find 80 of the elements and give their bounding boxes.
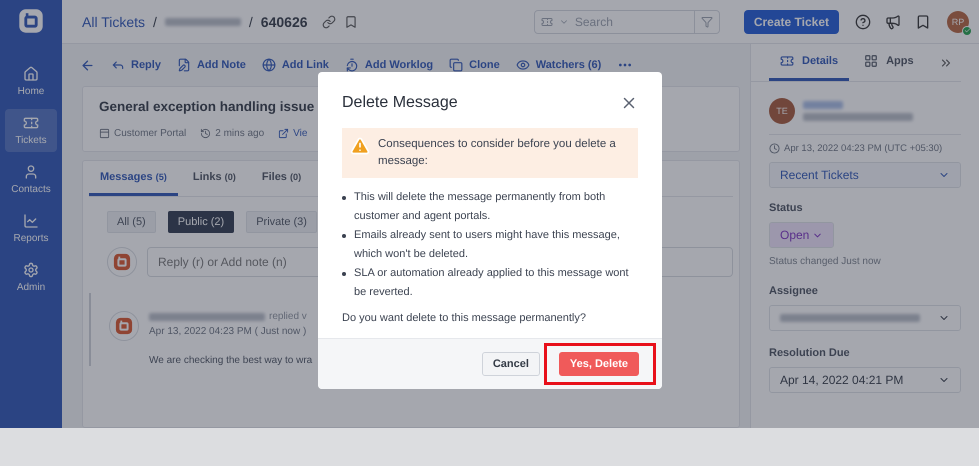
link-icon[interactable] (322, 14, 336, 28)
breadcrumb-link[interactable]: All Tickets (82, 14, 146, 30)
nav-item[interactable]: Home (5, 60, 57, 103)
nav-item[interactable]: Contacts (5, 158, 57, 201)
logo-icon (115, 317, 133, 335)
message-action: replied v (269, 311, 307, 322)
tab[interactable]: Links (0) (182, 161, 247, 196)
toolbar-action[interactable]: Clone (449, 58, 500, 72)
ticket-icon (540, 16, 553, 28)
recent-tickets-dropdown[interactable]: Recent Tickets (769, 162, 961, 188)
toolbar-action[interactable]: Watchers (6) (516, 58, 602, 72)
warning-icon (350, 136, 370, 156)
cancel-button[interactable]: Cancel (482, 352, 540, 376)
toolbar-action[interactable]: Add Note (176, 58, 246, 72)
breadcrumb-separator: / (248, 14, 253, 30)
confirm-question: Do you want delete to this message permanently? (342, 312, 587, 324)
ticket-meta: Vie (278, 128, 308, 139)
ticket-meta: Customer Portal (99, 128, 186, 139)
resolution-due-dropdown[interactable]: Apr 14, 2022 04:21 PM (769, 367, 961, 393)
panel-tab[interactable]: Details (769, 44, 850, 81)
breadcrumb-separator: / (153, 14, 157, 30)
clock-icon (769, 143, 780, 154)
dialog-title: Delete Message (342, 94, 458, 112)
toolbar-action[interactable]: Reply (111, 58, 161, 72)
bullet-dot (342, 196, 346, 200)
blurred-text (803, 101, 843, 109)
bullet-dot (342, 272, 346, 276)
user-avatar[interactable]: RP (947, 10, 969, 32)
field-label: Resolution Due (769, 347, 851, 359)
timer-icon (344, 58, 359, 72)
filter-chip[interactable]: Private (3) (246, 211, 317, 233)
window-icon (99, 128, 110, 139)
nav-item[interactable]: Admin (5, 256, 57, 299)
nav-item[interactable]: Reports (5, 207, 57, 250)
toolbar-action[interactable]: Add Worklog (344, 58, 434, 72)
ticket-title: General exception handling issue (99, 99, 314, 114)
chart-icon (23, 213, 39, 229)
field-label: Status (769, 202, 804, 214)
megaphone-icon[interactable] (885, 14, 901, 30)
status-note: Status changed Just now (769, 256, 882, 267)
filter-chip[interactable]: Public (2) (168, 211, 234, 233)
logo-icon (18, 8, 44, 34)
field-label: Assignee (769, 285, 819, 297)
help-icon[interactable] (855, 14, 871, 30)
warning-text: Consequences to consider before you delete a message: (378, 137, 617, 169)
logo-icon (113, 253, 131, 271)
external-link-icon (278, 128, 290, 139)
copy-icon (449, 58, 464, 72)
gear-icon (23, 262, 39, 278)
ticket-meta: 2 mins ago (200, 128, 264, 139)
filter-chip[interactable]: All (5) (107, 211, 156, 233)
created-time: Apr 13, 2022 04:23 PM (UTC +05:30) (769, 143, 961, 154)
grid-icon (864, 54, 878, 68)
home-icon (23, 66, 39, 82)
create-ticket-button[interactable]: Create Ticket (744, 10, 839, 34)
tab[interactable]: Messages (5) (89, 161, 178, 196)
globe-icon (262, 58, 276, 72)
consequence-item: This will delete the message permanently from both customer and agent portals. (354, 190, 606, 224)
message-date: Apr 13, 2022 04:23 PM ( Just now ) (149, 326, 308, 337)
bookmark-icon[interactable] (915, 14, 931, 30)
bullet-dot (342, 234, 346, 238)
ticket-icon (23, 115, 39, 131)
ticket-id: 640626 (260, 14, 308, 30)
toolbar-action[interactable]: Add Link (262, 58, 329, 72)
panel-tab[interactable]: Apps (853, 44, 925, 81)
search-field[interactable]: Search (534, 10, 720, 34)
message-body: We are checking the best way to wra (149, 355, 312, 366)
delete-button[interactable]: Yes, Delete (558, 352, 639, 376)
consequence-item: SLA or automation already applied to this message wont be reverted. (354, 266, 630, 300)
person-icon (23, 164, 39, 180)
note-icon (176, 58, 191, 72)
history-icon (200, 128, 212, 139)
bookmark-icon[interactable] (344, 14, 358, 28)
eye-icon (516, 58, 530, 72)
ticket-icon (780, 54, 794, 68)
contact-avatar: TE (769, 98, 795, 124)
consequence-item: Emails already sent to users might have this message, which won't be deleted. (354, 228, 621, 262)
status-dropdown[interactable]: Open (769, 222, 834, 248)
filter-icon (700, 16, 713, 28)
tab[interactable]: Files (0) (250, 161, 312, 196)
